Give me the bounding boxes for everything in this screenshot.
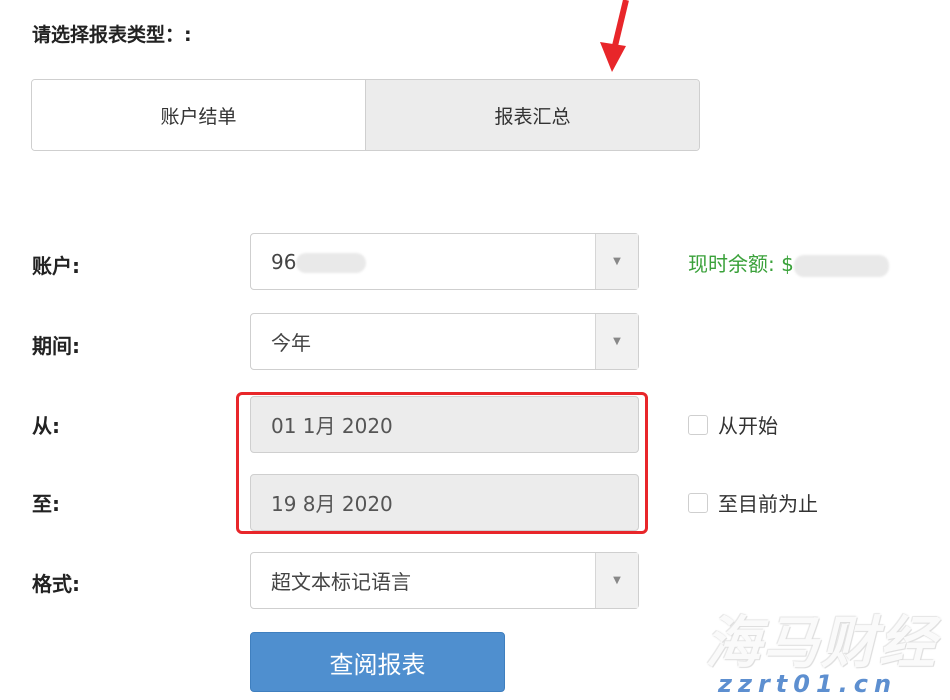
tab-account-statement[interactable]: 账户结单 [32,80,365,150]
site-watermark: zzrt01.cn [718,670,898,698]
checkbox-icon[interactable] [688,414,708,435]
period-select[interactable]: 今年 ▼ [250,313,639,370]
format-select[interactable]: 超文本标记语言 ▼ [250,552,639,609]
current-balance: 现时余额: $ [688,248,889,277]
from-beginning-label: 从开始 [718,414,778,438]
chevron-down-icon[interactable]: ▼ [595,234,638,289]
from-label: 从: [32,414,60,438]
account-select[interactable]: 96 ▼ [250,233,639,290]
to-date-label: 至目前为止 [718,492,818,516]
to-date-checkbox[interactable]: 至目前为止 [688,488,818,517]
period-label: 期间: [32,334,80,358]
format-label: 格式: [32,572,80,596]
red-arrow-annotation [600,0,629,72]
from-beginning-checkbox[interactable]: 从开始 [688,410,778,439]
chevron-down-icon[interactable]: ▼ [595,314,638,369]
account-label: 账户: [32,254,80,278]
date-highlight-box [236,392,648,534]
view-report-button[interactable]: 查阅报表 [250,632,505,692]
to-label: 至: [32,492,60,516]
brand-watermark: 海马财经 [705,611,937,676]
account-value: 96 [251,250,595,274]
checkbox-icon[interactable] [688,492,708,513]
report-type-tabs: 账户结单 报表汇总 [31,79,700,151]
period-value: 今年 [271,331,311,355]
report-type-prompt: 请选择报表类型：: [32,24,192,46]
tab-report-summary[interactable]: 报表汇总 [365,80,699,150]
chevron-down-icon[interactable]: ▼ [595,553,638,608]
format-value: 超文本标记语言 [271,570,411,594]
